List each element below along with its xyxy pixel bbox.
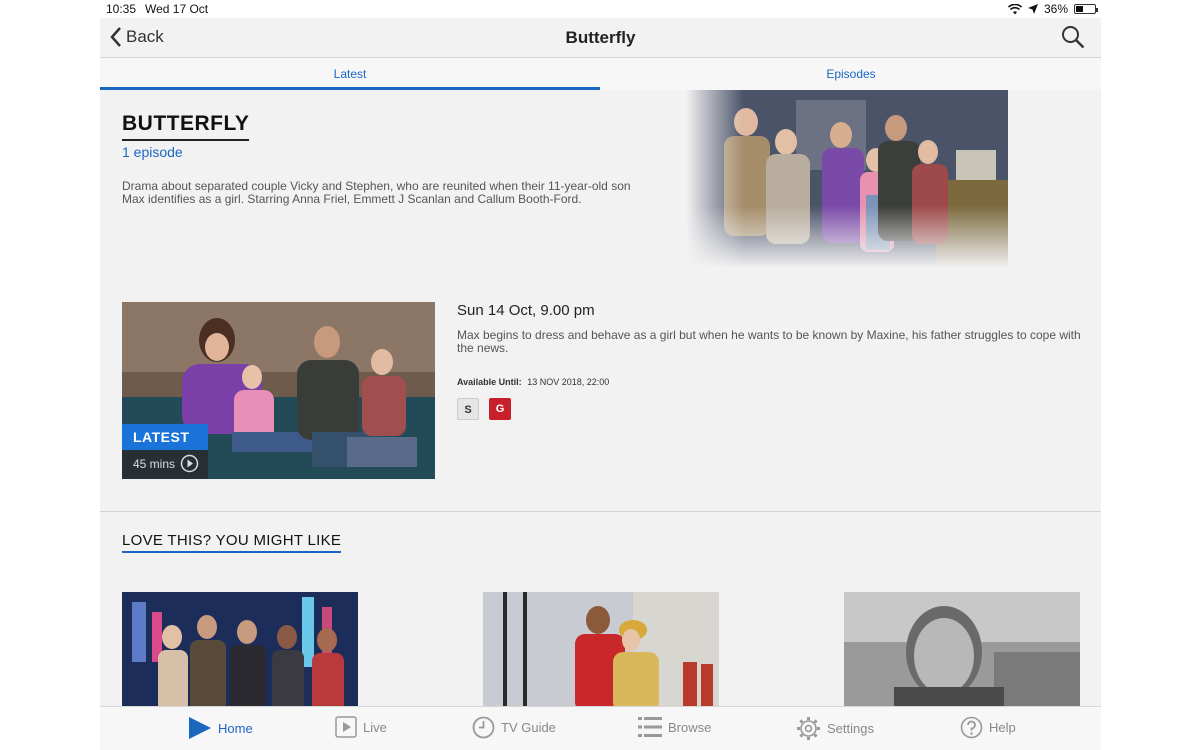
- tab-live-label: Live: [363, 719, 387, 735]
- play-circle-icon: [180, 454, 199, 473]
- episode-date: Sun 14 Oct, 9.00 pm: [457, 302, 595, 319]
- episode-count-link[interactable]: 1 episode: [122, 144, 183, 160]
- availability: Available Until: 13 NOV 2018, 22:00: [457, 377, 609, 387]
- gear-icon: [797, 717, 820, 740]
- tab-tv-guide[interactable]: TV Guide: [472, 716, 556, 739]
- clock-icon: [472, 716, 495, 739]
- subtitles-badge: S: [457, 398, 479, 420]
- recommendation-image: [844, 592, 1080, 706]
- tab-help-label: Help: [989, 720, 1016, 735]
- page-title: Butterfly: [565, 28, 636, 47]
- battery-percent: 36%: [1043, 2, 1068, 16]
- show-title: BUTTERFLY: [122, 112, 250, 141]
- tab-help[interactable]: Help: [960, 716, 1016, 739]
- app-window: Back Butterfly Latest Episodes BUTTERFLY…: [100, 18, 1101, 750]
- status-bar: 10:35 Wed 17 Oct 36%: [0, 0, 1200, 18]
- recommendation-card[interactable]: [122, 592, 358, 706]
- search-icon: [1062, 26, 1085, 49]
- list-icon: [638, 717, 662, 737]
- show-hero-image: [686, 90, 1008, 268]
- availability-label: Available Until:: [457, 377, 522, 387]
- status-time: 10:35: [106, 2, 137, 16]
- section-divider: [100, 511, 1101, 512]
- search-button[interactable]: [1061, 25, 1085, 54]
- recommendations-title: LOVE THIS? YOU MIGHT LIKE: [122, 532, 342, 553]
- tab-browse[interactable]: Browse: [638, 716, 711, 738]
- navigation-bar: Back Butterfly: [100, 18, 1101, 58]
- location-arrow-icon: [1027, 4, 1038, 14]
- recommendation-image: [483, 592, 719, 706]
- status-date: Wed 17 Oct: [145, 2, 209, 16]
- tab-settings-label: Settings: [827, 721, 874, 736]
- tab-episodes[interactable]: Episodes: [601, 58, 1101, 90]
- tab-browse-label: Browse: [668, 719, 712, 735]
- status-indicators: 36%: [1007, 2, 1098, 16]
- latest-badge: LATEST: [122, 424, 208, 450]
- tab-tv-guide-label: TV Guide: [501, 720, 556, 735]
- show-description: Drama about separated couple Vicky and S…: [122, 179, 631, 206]
- bottom-tab-bar: Home Live TV Guide Browse Settings Help: [100, 706, 1101, 750]
- recommendation-image: [122, 592, 358, 706]
- duration-label: 45 mins: [133, 457, 176, 471]
- help-icon: [960, 716, 983, 739]
- episode-description: Max begins to dress and behave as a girl…: [457, 328, 1081, 355]
- recommendation-card[interactable]: [483, 592, 719, 706]
- tab-live[interactable]: Live: [335, 716, 387, 738]
- tab-settings[interactable]: Settings: [796, 716, 874, 741]
- play-triangle-icon: [189, 717, 211, 739]
- guidance-badge: G: [489, 398, 511, 420]
- tab-latest[interactable]: Latest: [100, 58, 600, 90]
- recommendation-card[interactable]: [844, 592, 1080, 706]
- live-tv-icon: [335, 716, 357, 738]
- battery-icon: [1074, 4, 1098, 14]
- availability-value: 13 NOV 2018, 22:00: [527, 377, 610, 387]
- episode-thumbnail[interactable]: LATEST 45 mins: [122, 302, 435, 479]
- wifi-icon: [1007, 3, 1022, 14]
- duration-overlay: 45 mins: [122, 450, 208, 479]
- tab-home[interactable]: Home: [188, 716, 253, 740]
- main-content: BUTTERFLY 1 episode Drama about separate…: [100, 90, 1101, 706]
- content-tabs: Latest Episodes: [100, 58, 1101, 90]
- tab-home-label: Home: [218, 720, 253, 736]
